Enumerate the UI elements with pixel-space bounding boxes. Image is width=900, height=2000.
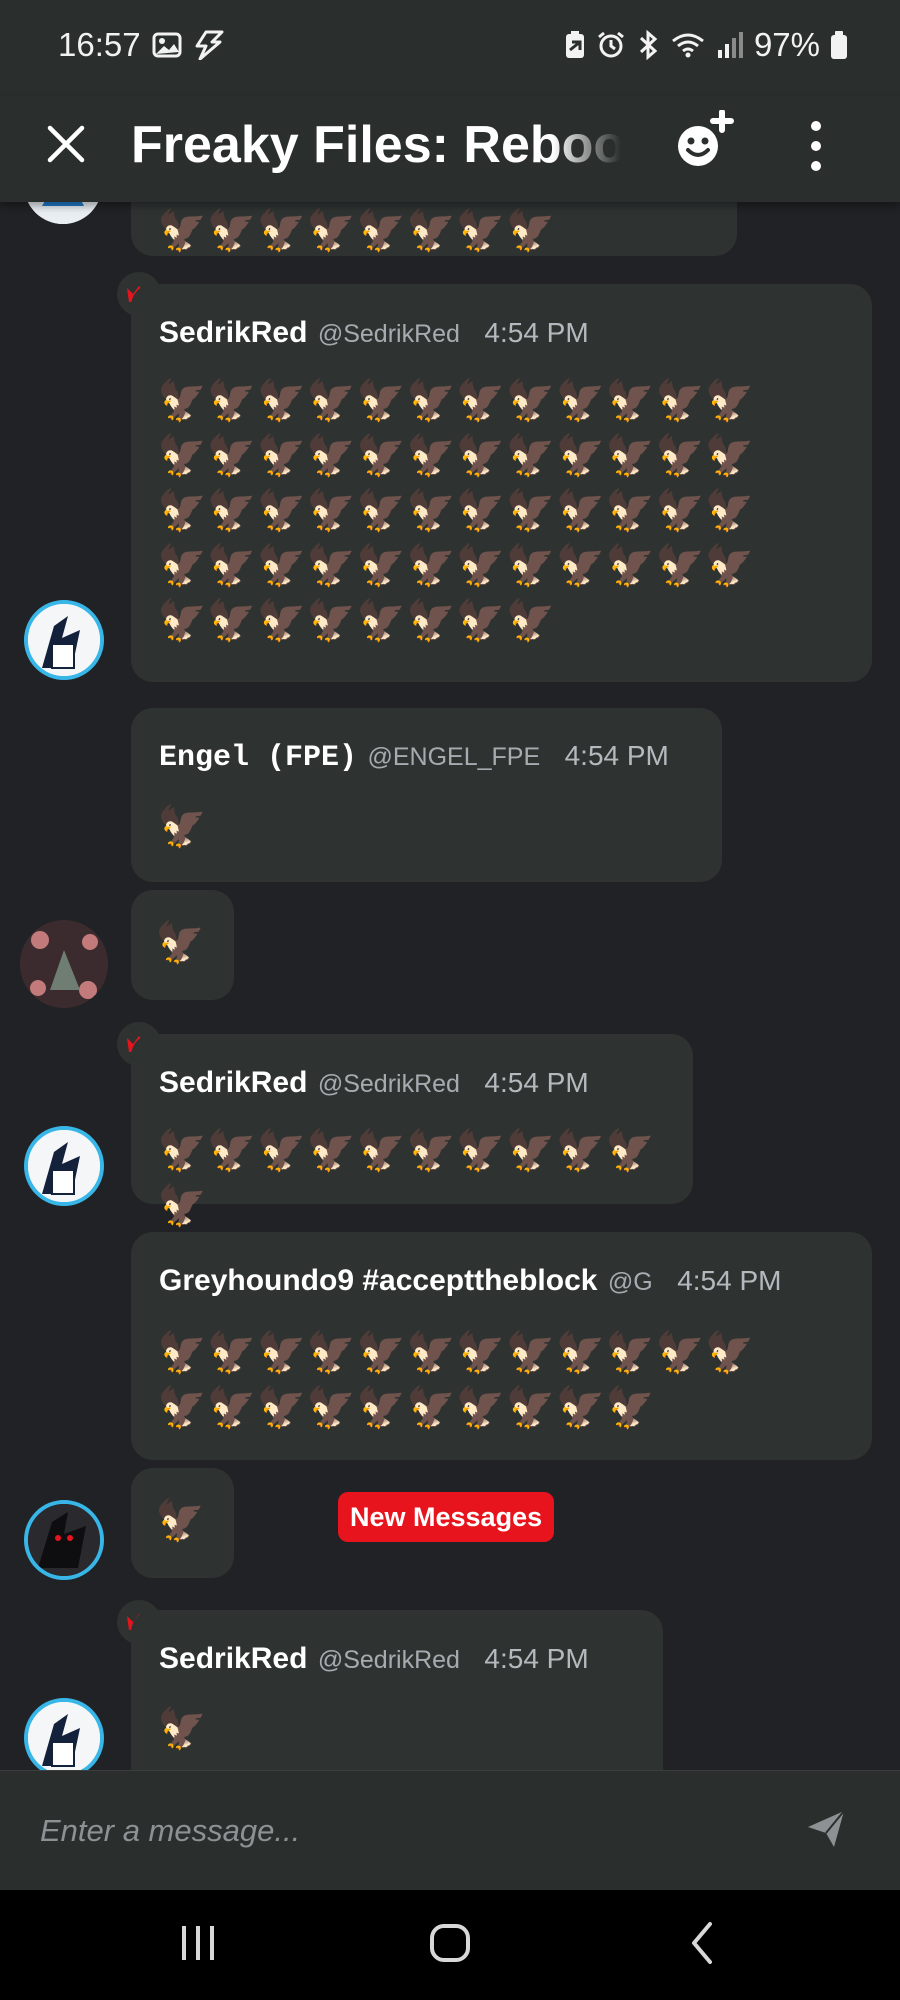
battery-icon <box>831 31 847 59</box>
home-icon[interactable] <box>428 1918 472 1968</box>
bluetooth-icon <box>639 30 658 60</box>
message-bubble[interactable]: SedrikRed @SedrikRed 4:54 PM 🦅 <box>131 1610 663 1770</box>
avatar[interactable] <box>24 1500 104 1580</box>
message-content: 🦅🦅🦅🦅🦅🦅🦅🦅🦅🦅🦅🦅🦅🦅🦅🦅🦅🦅🦅🦅🦅🦅 <box>157 1331 755 1430</box>
message-author-line: Engel (FPE) @ENGEL_FPE 4:54 PM <box>159 740 669 775</box>
author-name[interactable]: Engel (FPE) <box>159 741 357 775</box>
message-bubble[interactable]: 🦅 <box>131 890 234 1000</box>
author-handle: @SedrikRed <box>317 1646 460 1674</box>
alarm-icon <box>598 31 624 58</box>
author-handle: @ENGEL_FPE <box>367 743 541 771</box>
message-bubble[interactable]: SedrikRed @SedrikRed 4:54 PM 🦅🦅🦅🦅🦅🦅🦅🦅🦅🦅🦅 <box>131 1034 693 1228</box>
close-icon[interactable] <box>44 122 88 166</box>
bolt-icon <box>195 30 224 60</box>
gallery-icon <box>152 32 182 58</box>
message-bubble[interactable]: SedrikRed @SedrikRed 4:54 PM 🦅🦅🦅🦅🦅🦅🦅🦅🦅🦅🦅… <box>131 284 872 682</box>
message-bubble[interactable]: 🦅 <box>131 1468 234 1578</box>
battery-saver-icon <box>565 31 584 58</box>
message-author-line: SedrikRed @SedrikRed 4:54 PM <box>159 1642 589 1676</box>
send-icon[interactable] <box>806 1809 846 1849</box>
message-content: 🦅 <box>157 1707 207 1751</box>
author-handle: @SedrikRed <box>317 1070 460 1098</box>
avatar[interactable] <box>24 202 102 224</box>
signal-icon <box>717 32 743 58</box>
add-reaction-icon[interactable] <box>672 110 736 174</box>
message-author-line: Greyhoundo9 #accepttheblock @G 4:54 PM <box>159 1264 849 1298</box>
message-author-line: SedrikRed @SedrikRed 4:54 PM <box>159 1066 589 1100</box>
status-right-icons: 97% <box>564 26 848 64</box>
message-timestamp: 4:54 PM <box>677 1265 782 1296</box>
message-timestamp: 4:54 PM <box>564 740 669 771</box>
author-handle: @SedrikRed <box>317 320 460 348</box>
status-left-icons <box>152 30 226 60</box>
page-title: Freaky Files: Reboot <box>131 116 621 174</box>
message-content: 🦅 <box>155 1499 205 1543</box>
battery-percent: 97% <box>753 26 820 63</box>
message-timestamp: 4:54 PM <box>484 317 589 348</box>
message-content: 🦅 <box>155 921 205 965</box>
chat-header: Freaky Files: Reboot <box>0 96 900 202</box>
avatar[interactable] <box>20 920 108 1008</box>
recent-apps-icon[interactable] <box>178 1918 218 1968</box>
avatar[interactable] <box>24 600 104 680</box>
new-messages-button[interactable]: New Messages <box>338 1492 555 1542</box>
system-nav-bar <box>0 1890 900 2000</box>
message-content: 🦅🦅🦅🦅🦅🦅🦅🦅 <box>157 209 556 253</box>
status-time: 16:57 <box>58 26 141 63</box>
message-bubble[interactable]: Engel (FPE) @ENGEL_FPE 4:54 PM 🦅 <box>131 708 722 882</box>
message-timestamp: 4:54 PM <box>484 1643 589 1674</box>
author-name[interactable]: SedrikRed <box>159 1066 307 1099</box>
avatar[interactable] <box>24 1698 104 1770</box>
message-bubble[interactable]: Greyhoundo9 #accepttheblock @G 4:54 PM 🦅… <box>131 1232 872 1460</box>
back-icon[interactable] <box>686 1918 716 1968</box>
more-vertical-icon[interactable] <box>806 116 826 176</box>
message-content: 🦅🦅🦅🦅🦅🦅🦅🦅🦅🦅🦅 <box>157 1129 656 1228</box>
author-name[interactable]: SedrikRed <box>159 316 307 349</box>
message-input[interactable] <box>38 1805 742 1857</box>
message-author-line: SedrikRed @SedrikRed 4:54 PM <box>159 316 589 350</box>
message-content: 🦅🦅🦅🦅🦅🦅🦅🦅🦅🦅🦅🦅🦅🦅🦅🦅🦅🦅🦅🦅🦅🦅🦅🦅🦅🦅🦅🦅🦅🦅🦅🦅🦅🦅🦅🦅🦅🦅🦅🦅… <box>157 379 755 643</box>
author-name[interactable]: SedrikRed <box>159 1642 307 1675</box>
avatar[interactable] <box>24 1126 104 1206</box>
message-content: 🦅 <box>157 805 207 849</box>
message-timestamp: 4:54 PM <box>484 1067 589 1098</box>
author-handle: @G <box>607 1268 653 1296</box>
composer <box>0 1770 900 1891</box>
author-name[interactable]: Greyhoundo9 #accepttheblock <box>159 1264 597 1297</box>
status-bar: 16:57 97% <box>0 0 900 96</box>
message-bubble[interactable]: 🦅🦅🦅🦅🦅🦅🦅🦅 <box>131 202 737 256</box>
wifi-icon <box>672 33 704 58</box>
